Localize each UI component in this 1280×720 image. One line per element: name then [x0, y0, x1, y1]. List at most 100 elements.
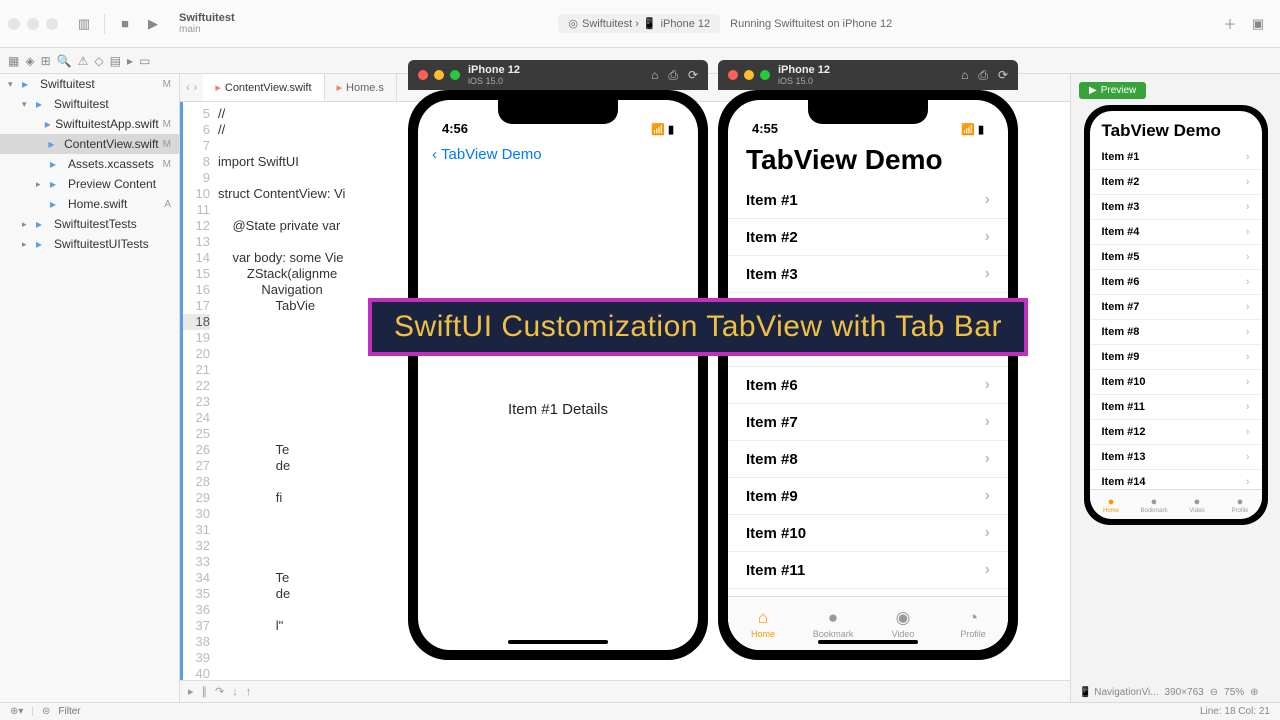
sim-close-icon[interactable]: [418, 70, 428, 80]
sim-min-icon[interactable]: [744, 70, 754, 80]
home-icon[interactable]: ⌂: [651, 68, 658, 83]
nav-item[interactable]: ▸SwiftuitestApp.swiftM: [0, 114, 179, 134]
nav-item[interactable]: ▸▸Preview Content: [0, 174, 179, 194]
chevron-right-icon: ›: [985, 228, 990, 246]
list-title: TabView Demo: [728, 140, 1008, 182]
nav-item[interactable]: ▸Assets.xcassetsM: [0, 154, 179, 174]
back-button[interactable]: ‹ TabView Demo: [418, 140, 698, 169]
tab-home[interactable]: ●Home: [1090, 490, 1133, 519]
list-row[interactable]: Item #3›: [728, 256, 1008, 293]
list-row[interactable]: Item #12›: [1090, 420, 1262, 445]
list-row[interactable]: Item #9›: [728, 478, 1008, 515]
folder-nav-icon[interactable]: ▦: [8, 54, 19, 68]
list-row[interactable]: Item #7›: [1090, 295, 1262, 320]
step-over-icon[interactable]: ↷: [215, 685, 224, 698]
tab-bookmark[interactable]: ●Bookmark: [1133, 490, 1176, 519]
sim-zoom-icon[interactable]: [450, 70, 460, 80]
issue-nav-icon[interactable]: ⚠: [78, 54, 89, 68]
screenshot-icon[interactable]: ⎙: [668, 68, 678, 83]
nav-item[interactable]: ▾▸SwiftuitestM: [0, 74, 179, 94]
nav-item[interactable]: ▸Home.swiftA: [0, 194, 179, 214]
library-button[interactable]: ▣: [1246, 12, 1270, 36]
list-row[interactable]: Item #13›: [1090, 445, 1262, 470]
list-row[interactable]: Item #14›: [1090, 470, 1262, 489]
breakpoint-nav-icon[interactable]: ▸: [127, 54, 133, 68]
nav-item[interactable]: ▸▸SwiftuitestUITests: [0, 234, 179, 254]
device-selector[interactable]: 📱 NavigationVi...: [1079, 687, 1159, 698]
scm-nav-icon[interactable]: ◈: [25, 54, 34, 68]
preview-tabbar: ●Home●Bookmark●Video●Profile: [1090, 489, 1262, 519]
list-row[interactable]: Item #4›: [1090, 220, 1262, 245]
find-nav-icon[interactable]: 🔍: [57, 54, 72, 68]
nav-item[interactable]: ▸ContentView.swiftM: [0, 134, 179, 154]
nav-item[interactable]: ▸▸SwiftuitestTests: [0, 214, 179, 234]
chevron-right-icon: ›: [985, 561, 990, 579]
list-row[interactable]: Item #8›: [1090, 320, 1262, 345]
zoom-light[interactable]: [46, 18, 58, 30]
test-nav-icon[interactable]: ◇: [94, 54, 103, 68]
rotate-icon[interactable]: ⟳: [998, 68, 1008, 83]
symbol-nav-icon[interactable]: ⊞: [41, 54, 51, 68]
tab-profile[interactable]: ◔Profile: [938, 597, 1008, 650]
tab-home[interactable]: ⌂Home: [728, 597, 798, 650]
list-row[interactable]: Item #2›: [1090, 170, 1262, 195]
close-light[interactable]: [8, 18, 20, 30]
filter-input[interactable]: [58, 706, 138, 717]
simulator-list: iPhone 12 iOS 15.0 ⌂ ⎙ ⟳ 4:55📶 ▮ TabView…: [718, 60, 1018, 660]
list-row[interactable]: Item #11›: [728, 552, 1008, 589]
add-button[interactable]: ＋: [1218, 12, 1242, 36]
status-bar: ⊕▾ | ⊜ Line: 18 Col: 21: [0, 702, 1280, 720]
cursor-position: Line: 18 Col: 21: [1200, 706, 1270, 717]
back-icon[interactable]: ‹: [186, 82, 190, 94]
overlay-banner: SwiftUI Customization TabView with Tab B…: [368, 298, 1028, 356]
rotate-icon[interactable]: ⟳: [688, 68, 698, 83]
forward-icon[interactable]: ›: [194, 82, 198, 94]
list-row[interactable]: Item #1›: [728, 182, 1008, 219]
sim-zoom-icon[interactable]: [760, 70, 770, 80]
breakpoint-icon[interactable]: ▸: [188, 685, 194, 698]
traffic-lights: [8, 18, 58, 30]
device-icon: 📱: [643, 17, 657, 30]
list-row[interactable]: Item #11›: [1090, 395, 1262, 420]
list-row[interactable]: Item #3›: [1090, 195, 1262, 220]
activity-status: Running Swiftuitest on iPhone 12: [730, 18, 892, 30]
project-navigator: ▾▸SwiftuitestM▾▸Swiftuitest▸SwiftuitestA…: [0, 74, 180, 702]
scheme-selector[interactable]: Swiftuitest main: [179, 12, 235, 35]
list-row[interactable]: Item #9›: [1090, 345, 1262, 370]
zoom-in-icon[interactable]: ⊕: [1250, 687, 1258, 698]
sidebar-toggle-icon[interactable]: ▥: [72, 12, 96, 36]
editor-tab[interactable]: ▸ContentView.swift: [203, 74, 324, 101]
stop-button[interactable]: ■: [113, 12, 137, 36]
tab-video[interactable]: ●Video: [1176, 490, 1219, 519]
continue-icon[interactable]: ∥: [202, 685, 208, 698]
list-row[interactable]: Item #6›: [728, 367, 1008, 404]
list-row[interactable]: Item #7›: [728, 404, 1008, 441]
zoom-out-icon[interactable]: ⊖: [1210, 687, 1218, 698]
chevron-left-icon: ‹: [432, 146, 437, 163]
step-out-icon[interactable]: ↑: [246, 686, 252, 698]
screenshot-icon[interactable]: ⎙: [978, 68, 988, 83]
home-icon[interactable]: ⌂: [961, 68, 968, 83]
editor-tab[interactable]: ▸Home.s: [325, 74, 397, 101]
step-in-icon[interactable]: ↓: [232, 686, 238, 698]
filter-icon[interactable]: ⊜: [42, 706, 50, 717]
preview-resume-button[interactable]: ▶ Preview: [1079, 82, 1146, 99]
tab-profile[interactable]: ●Profile: [1219, 490, 1262, 519]
sim-close-icon[interactable]: [728, 70, 738, 80]
minimize-light[interactable]: [27, 18, 39, 30]
run-destination[interactable]: ◎ Swiftuitest › 📱 iPhone 12: [558, 14, 720, 33]
list-row[interactable]: Item #1›: [1090, 145, 1262, 170]
add-target-icon[interactable]: ⊕▾: [10, 706, 23, 717]
sim-min-icon[interactable]: [434, 70, 444, 80]
list-row[interactable]: Item #12›: [728, 589, 1008, 596]
list-row[interactable]: Item #10›: [728, 515, 1008, 552]
list-row[interactable]: Item #10›: [1090, 370, 1262, 395]
list-row[interactable]: Item #2›: [728, 219, 1008, 256]
debug-nav-icon[interactable]: ▤: [110, 54, 121, 68]
list-row[interactable]: Item #8›: [728, 441, 1008, 478]
run-button[interactable]: ▶: [141, 12, 165, 36]
list-row[interactable]: Item #5›: [1090, 245, 1262, 270]
report-nav-icon[interactable]: ▭: [139, 54, 150, 68]
list-row[interactable]: Item #6›: [1090, 270, 1262, 295]
nav-item[interactable]: ▾▸Swiftuitest: [0, 94, 179, 114]
